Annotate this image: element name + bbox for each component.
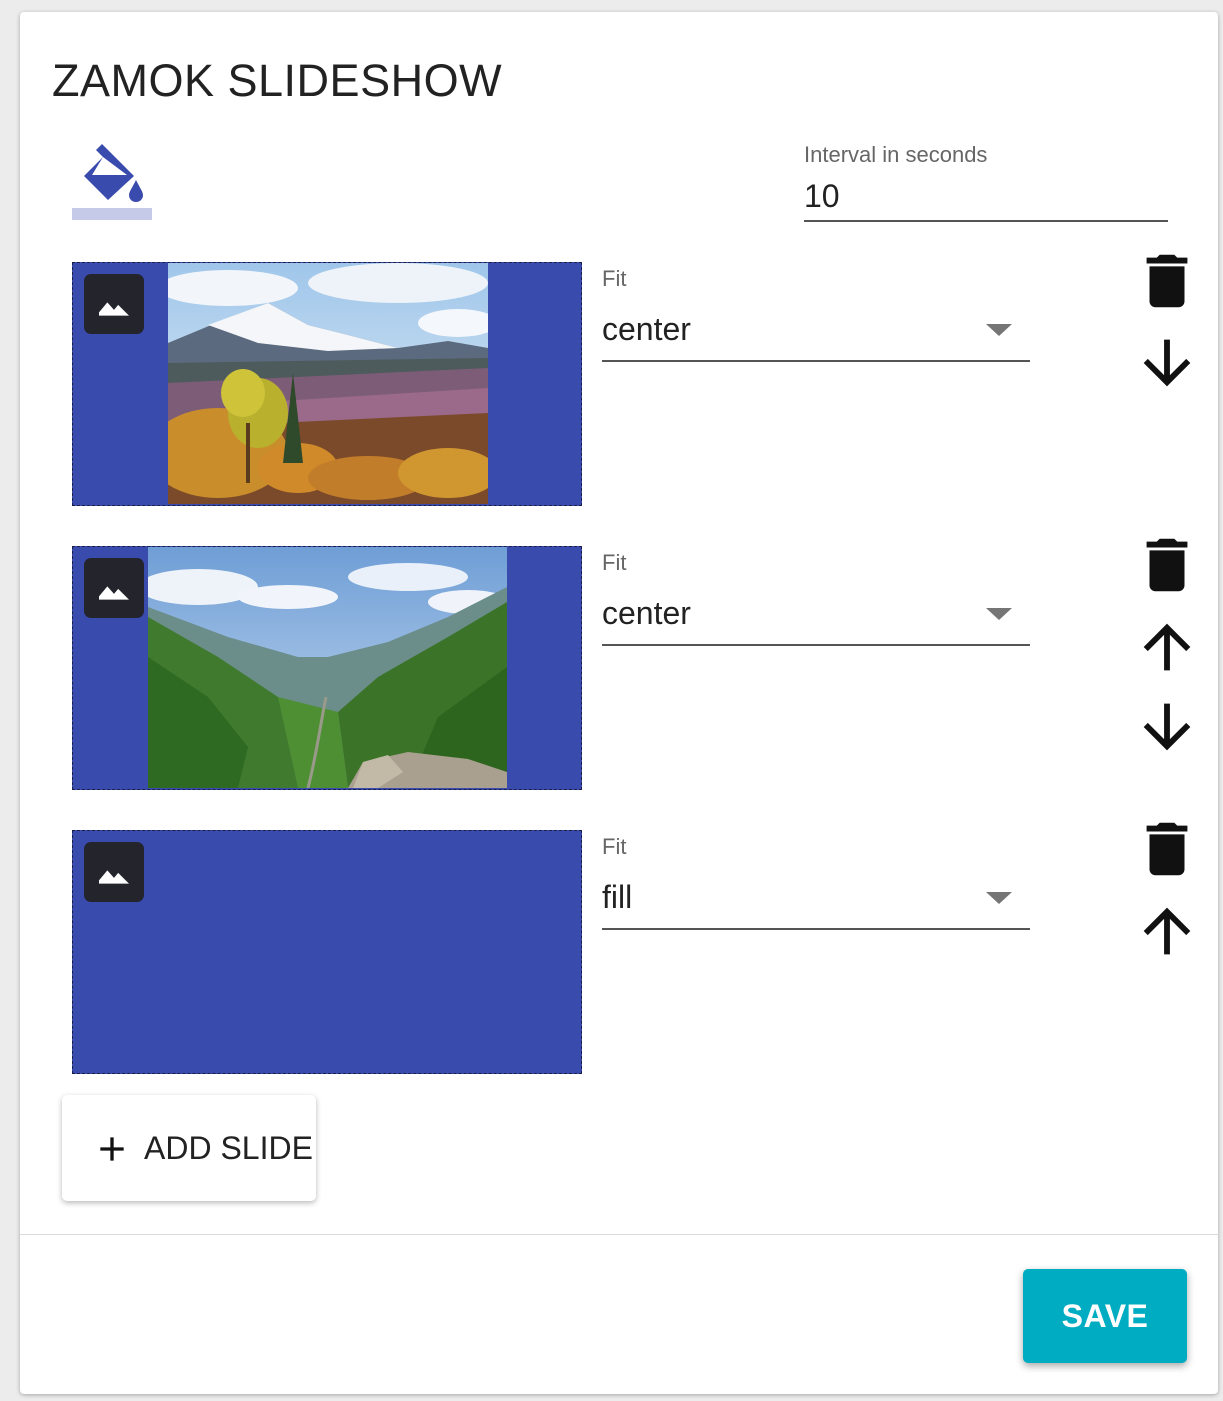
interval-field: Interval in seconds: [804, 140, 1168, 226]
add-slide-label: ADD SLIDE: [144, 1130, 313, 1166]
interval-label: Interval in seconds: [804, 142, 988, 167]
trash-icon[interactable]: [1132, 530, 1202, 600]
format-color-fill-icon[interactable]: [72, 140, 152, 222]
fit-label: Fit: [602, 550, 627, 575]
fit-label: Fit: [602, 266, 627, 291]
slide-preview[interactable]: [72, 830, 582, 1074]
slideshow-card: ZAMOK SLIDESHOW Interval in seconds 10 F…: [20, 12, 1218, 1394]
arrow-up-icon[interactable]: [1132, 896, 1202, 966]
arrow-up-icon[interactable]: [1132, 612, 1202, 682]
fit-select[interactable]: center: [602, 298, 1030, 362]
image-icon[interactable]: [84, 558, 144, 618]
arrow-down-icon[interactable]: [1132, 328, 1202, 398]
divider: [20, 1234, 1218, 1235]
trash-icon[interactable]: [1132, 814, 1202, 884]
slide-preview[interactable]: [72, 262, 582, 506]
fit-field: Fit fill: [602, 830, 1030, 940]
fit-select[interactable]: center: [602, 582, 1030, 646]
fit-field: Fit center: [602, 262, 1030, 372]
slide-row: Fit center: [72, 262, 1182, 506]
fit-field: Fit center: [602, 546, 1030, 656]
save-button[interactable]: SAVE: [1023, 1269, 1187, 1363]
fit-select[interactable]: fill: [602, 866, 1030, 930]
slide-row: Fit center: [72, 546, 1182, 790]
image-icon[interactable]: [84, 274, 144, 334]
slide-image: [168, 263, 488, 504]
slide-preview[interactable]: [72, 546, 582, 790]
plus-icon: [100, 1137, 124, 1161]
interval-input[interactable]: [804, 172, 1168, 222]
slide-image: [148, 547, 507, 788]
trash-icon[interactable]: [1132, 246, 1202, 316]
image-icon[interactable]: [84, 842, 144, 902]
fit-label: Fit: [602, 834, 627, 859]
slide-row: Fit fill: [72, 830, 1182, 1074]
page-title: ZAMOK SLIDESHOW: [52, 55, 503, 106]
add-slide-button[interactable]: ADD SLIDE: [62, 1095, 316, 1201]
arrow-down-icon[interactable]: [1132, 692, 1202, 762]
